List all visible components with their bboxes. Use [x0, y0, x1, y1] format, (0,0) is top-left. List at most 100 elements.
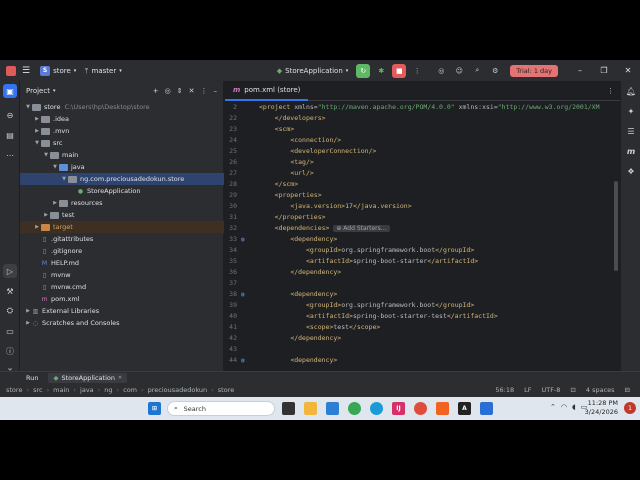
caret-position[interactable]: 56:18: [495, 386, 514, 394]
code-line[interactable]: 27 <url/>: [225, 168, 620, 179]
line-separator[interactable]: LF: [524, 386, 531, 394]
brave-icon[interactable]: [436, 402, 449, 415]
run-config-selector[interactable]: ◆ StoreApplication ▾: [277, 67, 349, 75]
run-tool-icon[interactable]: ▷: [3, 264, 17, 278]
volume-icon[interactable]: ◖: [572, 403, 576, 411]
wifi-icon[interactable]: ◠: [561, 403, 567, 411]
code-line[interactable]: 34 <groupId>org.springframework.boot</gr…: [225, 245, 620, 256]
screen-recorder-icon[interactable]: [480, 402, 493, 415]
project-panel-title[interactable]: Project: [26, 87, 50, 95]
code-line[interactable]: 35 <artifactId>spring-boot-starter</arti…: [225, 256, 620, 267]
tree-item[interactable]: ● StoreApplication: [20, 185, 224, 197]
breadcrumb-item[interactable]: store: [6, 386, 22, 394]
code-line[interactable]: 32 <dependencies> ⊕ Add Starters...: [225, 223, 620, 234]
tree-item[interactable]: ▼ ng.com.preciousadedokun.store: [20, 173, 224, 185]
dependency-gutter-icon[interactable]: ◍: [241, 289, 249, 300]
tree-item[interactable]: ▶ resources: [20, 197, 224, 209]
breadcrumb-item[interactable]: main: [53, 386, 69, 394]
account-icon[interactable]: ☺: [452, 64, 466, 78]
add-icon[interactable]: +: [153, 87, 159, 95]
code-line[interactable]: 33 ◍ <dependency>: [225, 234, 620, 245]
chevron-right-icon[interactable]: ▶: [24, 308, 32, 314]
breadcrumb-item[interactable]: preciousadedokun: [148, 386, 208, 394]
collapse-icon[interactable]: ✕: [189, 87, 195, 95]
code-line[interactable]: 25 <developerConnection/>: [225, 146, 620, 157]
tree-item[interactable]: ▼ src: [20, 137, 224, 149]
chevron-down-icon[interactable]: ▼: [24, 104, 32, 110]
tab-pom-xml[interactable]: m pom.xml (store): [225, 81, 309, 101]
ai-chat-icon[interactable]: ✦: [624, 104, 638, 118]
branch-switcher[interactable]: ᛘ master ▾: [84, 67, 121, 75]
code-line[interactable]: 40 <artifactId>spring-boot-starter-test<…: [225, 311, 620, 322]
code-line[interactable]: 22 </developers>: [225, 113, 620, 124]
project-folder-icon[interactable]: ▣: [3, 84, 17, 98]
breadcrumb-item[interactable]: com: [123, 386, 137, 394]
ide-alt-icon[interactable]: A: [458, 402, 471, 415]
ai-assistant-icon[interactable]: ◎: [434, 64, 448, 78]
code-line[interactable]: 43: [225, 344, 620, 355]
tree-item[interactable]: ▶ test: [20, 209, 224, 221]
code-line[interactable]: 28 </scm>: [225, 179, 620, 190]
code-line[interactable]: 41 <scope>test</scope>: [225, 322, 620, 333]
commit-icon[interactable]: ⊖: [3, 108, 17, 122]
code-line[interactable]: 30 <java.version>17</java.version>: [225, 201, 620, 212]
chevron-right-icon[interactable]: ▶: [24, 320, 32, 326]
options-icon[interactable]: ⋮: [201, 87, 208, 95]
breadcrumb-item[interactable]: java: [80, 386, 94, 394]
services-icon[interactable]: ⛭: [3, 304, 17, 318]
code-line[interactable]: 23 <scm>: [225, 124, 620, 135]
tree-item[interactable]: ▼ main: [20, 149, 224, 161]
tree-item[interactable]: ▶ ▥ External Libraries: [20, 305, 224, 317]
code-line[interactable]: 31 </properties>: [225, 212, 620, 223]
more-tabs-icon[interactable]: ⋮: [607, 87, 614, 95]
chrome-alt-icon[interactable]: [414, 402, 427, 415]
chevron-down-icon[interactable]: ▼: [42, 152, 50, 158]
tree-item[interactable]: M HELP.md: [20, 257, 224, 269]
code-line[interactable]: 36 </dependency>: [225, 267, 620, 278]
vertical-scrollbar[interactable]: [614, 181, 618, 271]
trial-badge[interactable]: Trial: 1 day: [510, 64, 558, 77]
chevron-down-icon[interactable]: ▼: [33, 140, 41, 146]
chevron-down-icon[interactable]: ▼: [51, 164, 59, 170]
chevron-right-icon[interactable]: ▶: [33, 128, 41, 134]
notification-badge[interactable]: 1: [624, 402, 636, 414]
run-tab-storeapplication[interactable]: ◆ StoreApplication ✕: [48, 372, 128, 383]
code-line[interactable]: 2 <project xmlns="http://maven.apache.org…: [225, 102, 620, 113]
build-icon[interactable]: ⚒: [3, 284, 17, 298]
maximize-button[interactable]: ❐: [592, 66, 616, 75]
database-icon[interactable]: ☰: [624, 124, 638, 138]
intellij-icon[interactable]: IJ: [392, 402, 405, 415]
code-line[interactable]: 39 <groupId>org.springframework.boot</gr…: [225, 300, 620, 311]
code-line[interactable]: 37: [225, 278, 620, 289]
tree-item[interactable]: ▯ .gitignore: [20, 245, 224, 257]
chevron-right-icon[interactable]: ▶: [33, 224, 41, 230]
taskbar-clock[interactable]: 11:28 PM 3/24/2026: [585, 399, 618, 417]
tree-item[interactable]: ▯ .gitattributes: [20, 233, 224, 245]
chevron-down-icon[interactable]: ▾: [53, 88, 56, 94]
file-encoding[interactable]: UTF-8: [541, 386, 560, 394]
maven-icon[interactable]: m: [624, 144, 638, 158]
code-line[interactable]: 24 <connection/>: [225, 135, 620, 146]
notifications-icon[interactable]: 🔔︎: [624, 84, 638, 98]
expand-icon[interactable]: ⇕: [177, 87, 183, 95]
settings-gear-icon[interactable]: ⚙: [488, 64, 502, 78]
search-icon[interactable]: ⌕: [470, 64, 484, 78]
code-line[interactable]: 29 <properties>: [225, 190, 620, 201]
chevron-right-icon[interactable]: ▶: [42, 212, 50, 218]
photos-icon[interactable]: [326, 402, 339, 415]
main-menu-icon[interactable]: ☰: [22, 66, 30, 76]
more-tools-icon[interactable]: ⋯: [3, 148, 17, 162]
hide-icon[interactable]: –: [214, 87, 218, 95]
code-line[interactable]: 26 <tag/>: [225, 157, 620, 168]
locate-icon[interactable]: ◎: [165, 87, 171, 95]
vcs-lock-icon[interactable]: ⊟: [625, 386, 630, 394]
code-line[interactable]: 42 </dependency>: [225, 333, 620, 344]
breadcrumb-item[interactable]: ng: [104, 386, 112, 394]
more-actions-icon[interactable]: ⋮: [410, 64, 424, 78]
code-view[interactable]: 2 <project xmlns="http://maven.apache.org…: [225, 102, 620, 372]
chevron-down-icon[interactable]: ▼: [60, 176, 68, 182]
edge-icon[interactable]: [370, 402, 383, 415]
dependency-gutter-icon[interactable]: ◍: [241, 234, 249, 245]
breadcrumb-item[interactable]: src: [33, 386, 43, 394]
debug-button[interactable]: ✱: [374, 64, 388, 78]
